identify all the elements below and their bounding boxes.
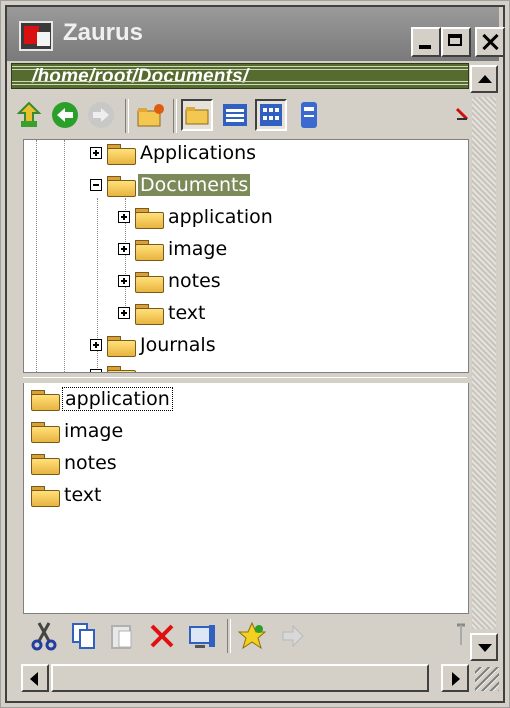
new-folder-icon[interactable] xyxy=(135,99,167,131)
list-item-label: text xyxy=(64,484,102,506)
copy-icon[interactable] xyxy=(69,621,99,651)
list-view-icon[interactable] xyxy=(219,99,251,131)
list-item-label: notes xyxy=(64,452,117,474)
expand-icon[interactable] xyxy=(118,275,130,287)
detail-view-icon[interactable] xyxy=(255,99,287,131)
tree-item-label: Journals xyxy=(140,334,216,356)
folder-icon xyxy=(30,388,60,411)
window-title: Zaurus xyxy=(63,19,144,46)
folder-icon xyxy=(134,206,164,229)
up-folder-icon[interactable] xyxy=(13,99,45,131)
overflow-icon[interactable] xyxy=(453,621,467,651)
tree-item-label: text xyxy=(168,302,206,324)
tree-item[interactable]: application xyxy=(118,202,275,232)
collapse-icon[interactable] xyxy=(90,179,102,191)
favorite-icon[interactable] xyxy=(237,621,267,651)
list-item[interactable]: image xyxy=(30,417,125,445)
forward-icon[interactable] xyxy=(85,99,117,131)
expand-icon[interactable] xyxy=(118,307,130,319)
list-item[interactable]: notes xyxy=(30,449,119,477)
tree-item[interactable]: text xyxy=(118,298,208,328)
folder-icon xyxy=(30,484,60,507)
scroll-right-button[interactable] xyxy=(441,664,469,692)
tree-item-label: notes xyxy=(168,270,221,292)
tree-item-label-selected: Documents xyxy=(138,174,251,196)
title-bar[interactable]: Zaurus xyxy=(7,7,505,61)
cut-icon[interactable] xyxy=(29,621,59,651)
tree-item-label: Applications xyxy=(140,142,257,164)
folder-icon xyxy=(106,142,136,165)
folder-icon xyxy=(134,238,164,261)
folder-icon xyxy=(30,452,60,475)
vertical-scrollbar[interactable] xyxy=(469,61,499,667)
folder-icon xyxy=(106,364,136,372)
list-item-label: application xyxy=(62,387,173,411)
expand-icon[interactable] xyxy=(90,369,102,372)
folder-icon xyxy=(30,420,60,443)
scroll-track[interactable] xyxy=(472,97,496,629)
path-bar: /home/root/Documents/ xyxy=(11,63,469,89)
tree-item[interactable]: notes xyxy=(118,266,223,296)
close-panel-icon[interactable] xyxy=(453,99,469,131)
toolbar xyxy=(13,93,469,139)
list-item-label: image xyxy=(64,420,124,442)
resize-grip[interactable] xyxy=(475,667,499,691)
tree-item[interactable]: Documents xyxy=(90,170,251,200)
scroll-down-button[interactable] xyxy=(470,633,498,661)
bottom-toolbar xyxy=(23,615,467,659)
scroll-up-button[interactable] xyxy=(470,65,498,93)
delete-icon[interactable] xyxy=(147,621,177,651)
app-icon xyxy=(19,21,53,51)
folder-icon xyxy=(134,302,164,325)
minimize-button[interactable] xyxy=(411,27,441,57)
storage-icon[interactable] xyxy=(293,99,325,131)
maximize-button[interactable] xyxy=(441,27,471,57)
expand-icon[interactable] xyxy=(90,147,102,159)
tree-item[interactable]: Journals xyxy=(90,330,218,360)
folder-icon xyxy=(134,270,164,293)
file-list[interactable]: application image notes text xyxy=(23,383,469,614)
tree-view-icon[interactable] xyxy=(181,99,213,131)
folder-open-icon xyxy=(106,174,136,197)
tree-item-label: application xyxy=(168,206,273,228)
expand-icon[interactable] xyxy=(90,339,102,351)
forward-disabled-icon[interactable] xyxy=(277,621,307,651)
properties-icon[interactable] xyxy=(187,621,217,651)
tree-item-label: image xyxy=(168,238,228,260)
close-button[interactable] xyxy=(475,27,505,57)
scroll-left-button[interactable] xyxy=(21,664,49,692)
back-icon[interactable] xyxy=(49,99,81,131)
tree-item-partial[interactable] xyxy=(90,360,138,372)
list-item[interactable]: text xyxy=(30,481,104,509)
horizontal-scrollbar[interactable] xyxy=(21,663,469,693)
tree-item[interactable]: Applications xyxy=(90,140,258,168)
tree-item[interactable]: image xyxy=(118,234,229,264)
scroll-thumb[interactable] xyxy=(51,664,429,692)
folder-tree[interactable]: Applications Documents application image… xyxy=(23,139,469,373)
app-window: Zaurus /home/root/Documents/ Application… xyxy=(0,0,510,708)
list-item[interactable]: application xyxy=(30,385,173,413)
paste-icon[interactable] xyxy=(107,621,137,651)
folder-icon xyxy=(106,334,136,357)
current-path: /home/root/Documents/ xyxy=(32,66,249,87)
expand-icon[interactable] xyxy=(118,243,130,255)
expand-icon[interactable] xyxy=(118,211,130,223)
